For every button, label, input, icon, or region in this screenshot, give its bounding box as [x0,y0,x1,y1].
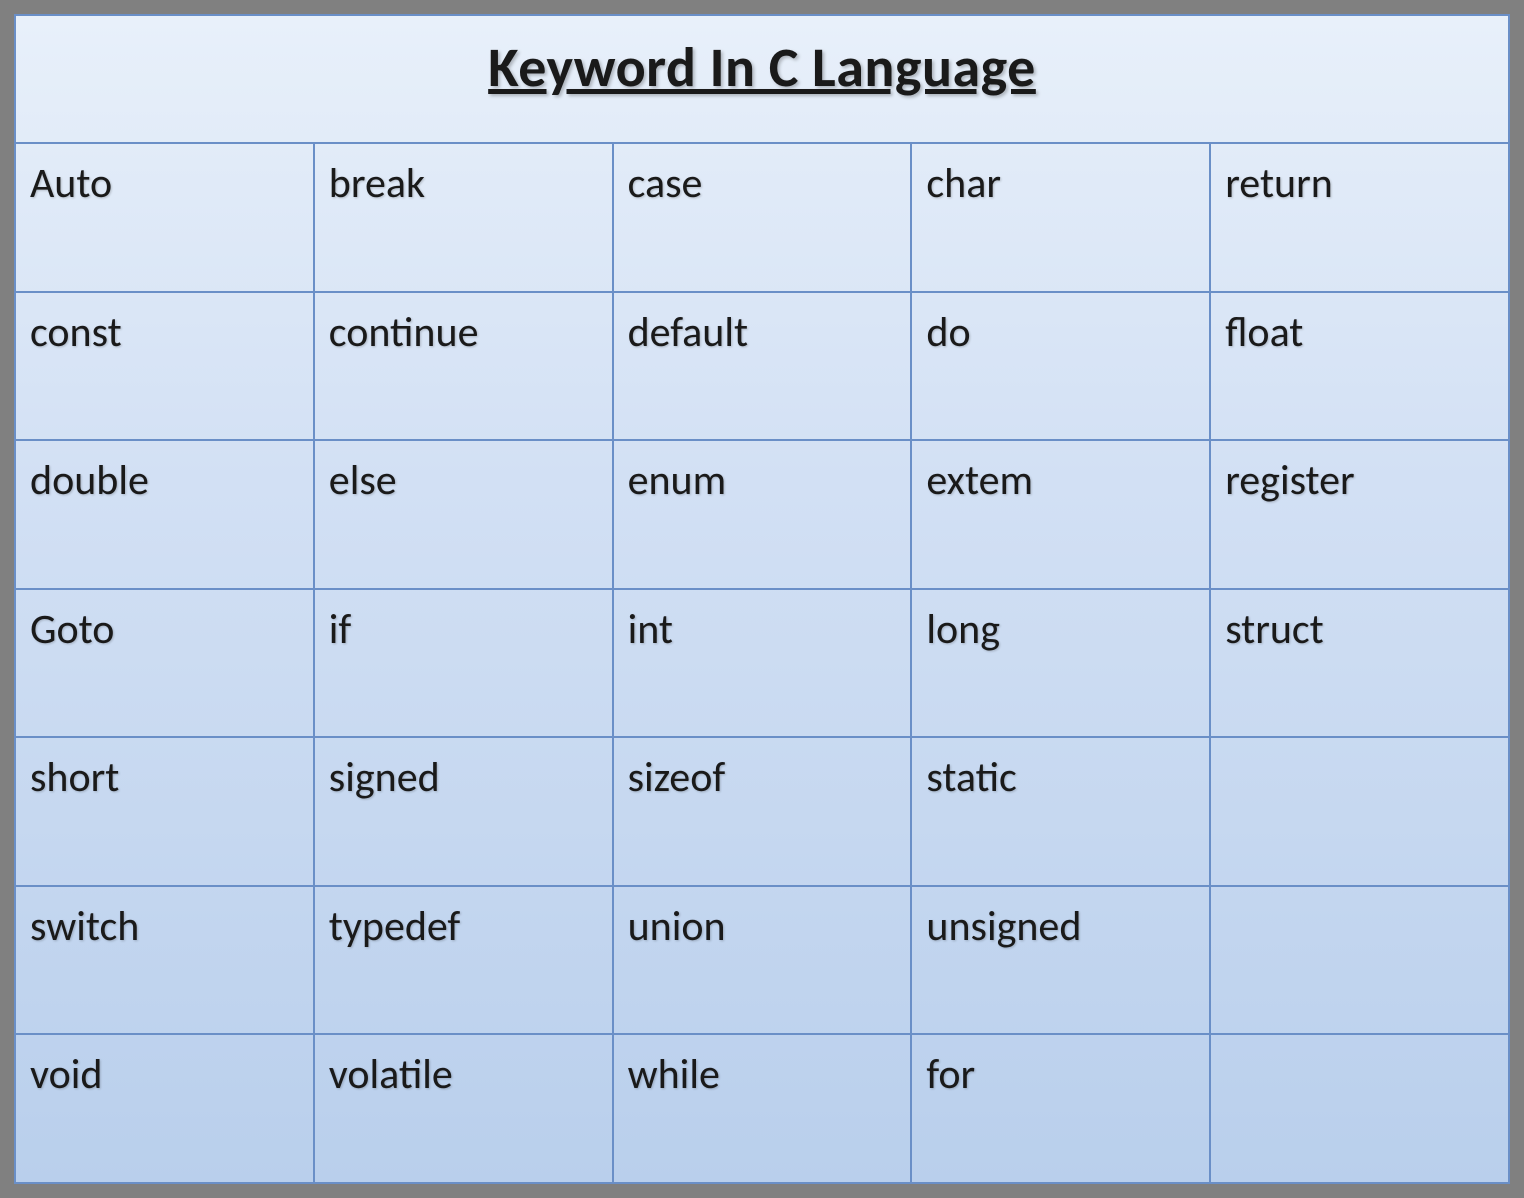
keyword-table: Auto break case char return const contin… [16,142,1508,1182]
table-cell: const [16,293,315,440]
table-cell: signed [315,738,614,885]
table-cell: sizeof [614,738,913,885]
table-cell: struct [1211,590,1508,737]
table-cell [1211,1035,1508,1182]
page-title: Keyword In C Language [36,34,1488,102]
table-cell: do [912,293,1211,440]
table-cell: short [16,738,315,885]
table-cell [1211,887,1508,1034]
table-cell: unsigned [912,887,1211,1034]
table-cell: char [912,144,1211,291]
table-cell: union [614,887,913,1034]
table-cell: break [315,144,614,291]
table-cell [1211,738,1508,885]
table-cell: else [315,441,614,588]
table-cell: double [16,441,315,588]
table-cell: void [16,1035,315,1182]
table-row: void volatile while for [16,1035,1508,1182]
table-row: double else enum extem register [16,441,1508,590]
table-cell: Goto [16,590,315,737]
keyword-table-container: Keyword In C Language Auto break case ch… [14,14,1510,1184]
table-cell: enum [614,441,913,588]
table-cell: for [912,1035,1211,1182]
table-cell: continue [315,293,614,440]
table-cell: if [315,590,614,737]
table-row: Goto if int long struct [16,590,1508,739]
title-area: Keyword In C Language [16,16,1508,142]
table-cell: long [912,590,1211,737]
table-cell: while [614,1035,913,1182]
table-cell: static [912,738,1211,885]
table-row: const continue default do float [16,293,1508,442]
table-cell: register [1211,441,1508,588]
table-cell: default [614,293,913,440]
table-row: switch typedef union unsigned [16,887,1508,1036]
table-cell: switch [16,887,315,1034]
table-cell: volatile [315,1035,614,1182]
table-cell: Auto [16,144,315,291]
table-cell: return [1211,144,1508,291]
table-row: Auto break case char return [16,144,1508,293]
table-cell: float [1211,293,1508,440]
table-row: short signed sizeof static [16,738,1508,887]
table-cell: int [614,590,913,737]
table-cell: case [614,144,913,291]
table-cell: typedef [315,887,614,1034]
table-cell: extem [912,441,1211,588]
